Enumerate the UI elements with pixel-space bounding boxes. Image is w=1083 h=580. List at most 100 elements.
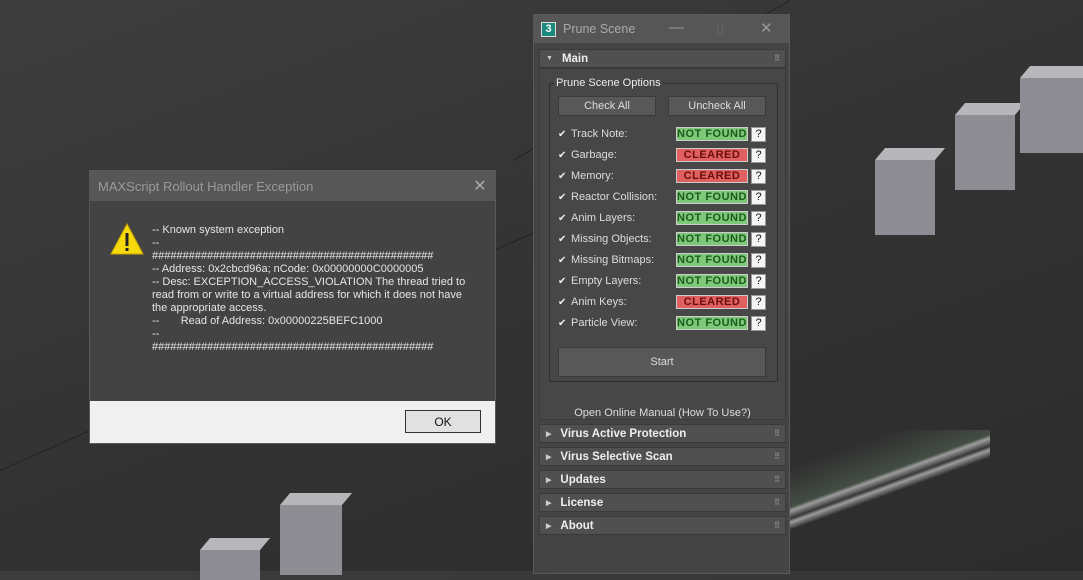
checkbox[interactable]: ✔ — [558, 150, 568, 161]
help-button[interactable]: ? — [751, 315, 766, 331]
help-button[interactable]: ? — [751, 189, 766, 205]
option-row: ✔ Anim Layers: NOT FOUND ? — [558, 210, 770, 226]
option-row: ✔ Memory: CLEARED ? — [558, 168, 770, 184]
rollout-label: About — [560, 519, 594, 532]
option-row: ✔ Reactor Collision: NOT FOUND ? — [558, 189, 770, 205]
grip-icon[interactable]: ⠿ — [774, 498, 780, 507]
checkbox[interactable]: ✔ — [558, 234, 568, 245]
checkbox[interactable]: ✔ — [558, 171, 568, 182]
rollout-header[interactable]: ▶ Virus Active Protection ⠿ — [539, 424, 786, 443]
collapsed-triangle-icon: ▶ — [546, 430, 552, 438]
help-button[interactable]: ? — [751, 147, 766, 163]
prune-scene-window: 3 Prune Scene — ▯ ✕ ▼ Main ⠿ Prune Scene… — [533, 14, 790, 574]
main-rollout-body: Prune Scene Options Check All Uncheck Al… — [539, 68, 786, 420]
checkbox[interactable]: ✔ — [558, 297, 568, 308]
rollout-label: Main — [561, 52, 589, 65]
status-badge: CLEARED — [676, 169, 748, 183]
option-row: ✔ Empty Layers: NOT FOUND ? — [558, 273, 770, 289]
grip-icon[interactable]: ⠿ — [774, 54, 780, 63]
option-label: Missing Objects: — [571, 233, 652, 245]
status-badge: NOT FOUND — [676, 253, 748, 267]
rollout-label: License — [560, 496, 604, 509]
option-label: Garbage: — [571, 149, 617, 161]
help-button[interactable]: ? — [751, 294, 766, 310]
status-badge: NOT FOUND — [676, 316, 748, 330]
scene-box — [955, 103, 1026, 190]
scene-road — [790, 430, 990, 550]
exception-message: -- Known system exception -- ###########… — [152, 224, 466, 353]
option-row: ✔ Missing Bitmaps: NOT FOUND ? — [558, 252, 770, 268]
dialog-titlebar: MAXScript Rollout Handler Exception ✕ — [90, 171, 495, 201]
grip-icon[interactable]: ⠿ — [774, 429, 780, 438]
group-label: Prune Scene Options — [554, 77, 663, 89]
grip-icon[interactable]: ⠿ — [774, 521, 780, 530]
checkbox[interactable]: ✔ — [558, 129, 568, 140]
grip-icon[interactable]: ⠿ — [774, 452, 780, 461]
help-button[interactable]: ? — [751, 168, 766, 184]
window-titlebar: 3 Prune Scene — ▯ ✕ — [534, 15, 789, 43]
prune-options-group: Prune Scene Options Check All Uncheck Al… — [549, 77, 778, 382]
option-label: Empty Layers: — [571, 275, 642, 287]
option-row: ✔ Anim Keys: CLEARED ? — [558, 294, 770, 310]
rollout-main[interactable]: ▼ Main ⠿ — [539, 49, 786, 68]
help-button[interactable]: ? — [751, 231, 766, 247]
exception-dialog: MAXScript Rollout Handler Exception ✕ --… — [89, 170, 496, 444]
maximize-icon: ▯ — [716, 20, 725, 37]
option-label: Anim Keys: — [571, 296, 627, 308]
option-row: ✔ Track Note: NOT FOUND ? — [558, 126, 770, 142]
checkbox[interactable]: ✔ — [558, 318, 568, 329]
collapsed-triangle-icon: ▶ — [546, 499, 552, 507]
option-row: ✔ Particle View: NOT FOUND ? — [558, 315, 770, 331]
scene-box — [200, 538, 271, 580]
help-button[interactable]: ? — [751, 273, 766, 289]
option-label: Anim Layers: — [571, 212, 636, 224]
status-badge: NOT FOUND — [676, 127, 748, 141]
checkbox[interactable]: ✔ — [558, 192, 568, 203]
collapsed-triangle-icon: ▶ — [546, 522, 552, 530]
option-row: ✔ Missing Objects: NOT FOUND ? — [558, 231, 770, 247]
help-button[interactable]: ? — [751, 210, 766, 226]
help-button[interactable]: ? — [751, 252, 766, 268]
close-icon[interactable]: ✕ — [760, 19, 773, 37]
uncheck-all-button[interactable]: Uncheck All — [668, 96, 766, 116]
option-label: Memory: — [571, 170, 614, 182]
help-button[interactable]: ? — [751, 126, 766, 142]
option-label: Track Note: — [571, 128, 628, 140]
rollout-label: Virus Selective Scan — [560, 450, 673, 463]
ok-button[interactable]: OK — [405, 410, 481, 433]
status-badge: NOT FOUND — [676, 211, 748, 225]
collapsed-triangle-icon: ▶ — [546, 476, 552, 484]
dialog-footer: OK — [90, 401, 495, 443]
option-label: Particle View: — [571, 317, 638, 329]
scene-box — [875, 148, 946, 235]
status-badge: NOT FOUND — [676, 190, 748, 204]
checkbox[interactable]: ✔ — [558, 213, 568, 224]
option-label: Reactor Collision: — [571, 191, 658, 203]
rollout-header[interactable]: ▶ Updates ⠿ — [539, 470, 786, 489]
rollout-label: Virus Active Protection — [560, 427, 687, 440]
rollout-label: Updates — [560, 473, 606, 486]
dialog-title: MAXScript Rollout Handler Exception — [98, 178, 314, 194]
close-icon[interactable]: ✕ — [465, 176, 495, 196]
status-badge: CLEARED — [676, 295, 748, 309]
rollout-header[interactable]: ▶ About ⠿ — [539, 516, 786, 535]
scene-box — [280, 493, 353, 575]
option-row: ✔ Garbage: CLEARED ? — [558, 147, 770, 163]
online-manual-link[interactable]: Open Online Manual (How To Use?) — [540, 407, 785, 419]
rollout-header[interactable]: ▶ License ⠿ — [539, 493, 786, 512]
window-title: Prune Scene — [563, 22, 636, 36]
rollout-header[interactable]: ▶ Virus Selective Scan ⠿ — [539, 447, 786, 466]
start-button[interactable]: Start — [558, 347, 766, 377]
minimize-icon[interactable]: — — [669, 19, 684, 36]
app-logo-icon: 3 — [541, 21, 556, 37]
collapsed-triangle-icon: ▶ — [546, 453, 552, 461]
status-badge: NOT FOUND — [676, 274, 748, 288]
scene-box — [1020, 66, 1083, 153]
checkbox[interactable]: ✔ — [558, 255, 568, 266]
expanded-triangle-icon: ▼ — [546, 55, 553, 62]
checkbox[interactable]: ✔ — [558, 276, 568, 287]
check-all-button[interactable]: Check All — [558, 96, 656, 116]
grip-icon[interactable]: ⠿ — [774, 475, 780, 484]
status-badge: CLEARED — [676, 148, 748, 162]
option-label: Missing Bitmaps: — [571, 254, 655, 266]
